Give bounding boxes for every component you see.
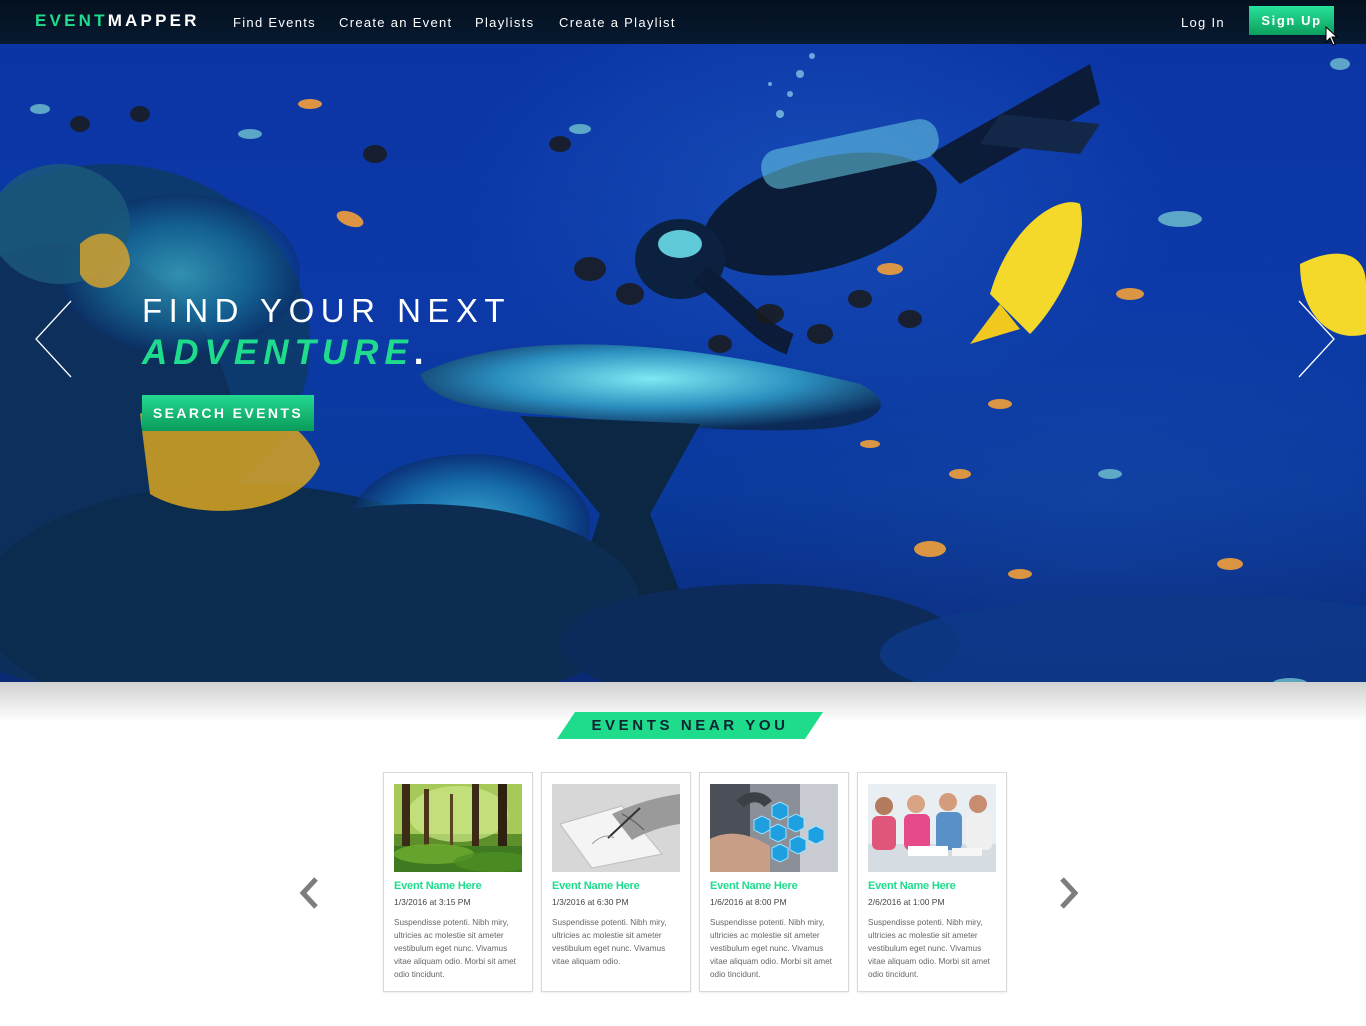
event-card-image-drawing-hand: [552, 784, 680, 872]
nav-link-find-events[interactable]: Find Events: [233, 15, 316, 30]
event-card-description: Suspendisse potenti. Nibh miry, ultricie…: [710, 918, 832, 979]
events-prev-chevron-left-icon[interactable]: [298, 876, 320, 910]
event-card[interactable]: Event Name Here 2/6/2016 at 1:00 PM Susp…: [857, 772, 1007, 992]
hero-prev-chevron-left-icon[interactable]: [34, 300, 74, 378]
event-card-image-team-meeting: [868, 784, 996, 872]
event-card[interactable]: Event Name Here 1/3/2016 at 6:30 PM Susp…: [541, 772, 691, 992]
hero-next-chevron-right-icon[interactable]: [1296, 300, 1336, 378]
nav-link-playlists[interactable]: Playlists: [475, 15, 534, 30]
event-card[interactable]: Event Name Here 1/3/2016 at 3:15 PM Susp…: [383, 772, 533, 992]
hero-headline-dot: .: [413, 333, 430, 372]
hero-headline-line1: FIND YOUR NEXT: [142, 292, 512, 329]
events-next-chevron-right-icon[interactable]: [1058, 876, 1080, 910]
event-card-title[interactable]: Event Name Here: [868, 880, 956, 892]
event-card-date: 1/3/2016 at 6:30 PM: [552, 897, 629, 907]
brand-logo-part1: EVENT: [35, 11, 108, 30]
brand-logo[interactable]: EVENTMAPPER: [35, 11, 200, 31]
event-card-title[interactable]: Event Name Here: [394, 880, 482, 892]
brand-logo-part2: MAPPER: [107, 11, 200, 30]
login-link[interactable]: Log In: [1181, 15, 1225, 30]
nav-link-create-playlist[interactable]: Create a Playlist: [559, 15, 676, 30]
event-card[interactable]: Event Name Here 1/6/2016 at 8:00 PM Susp…: [699, 772, 849, 992]
nav-link-create-event[interactable]: Create an Event: [339, 15, 452, 30]
event-card-date: 1/3/2016 at 3:15 PM: [394, 897, 471, 907]
hero-headline-accent: ADVENTURE: [142, 333, 414, 372]
events-near-you-banner: EVENTS NEAR YOU: [557, 712, 823, 739]
event-card-description: Suspendisse potenti. Nibh miry, ultricie…: [868, 918, 990, 979]
search-events-button[interactable]: SEARCH EVENTS: [142, 395, 314, 431]
mouse-pointer-icon: [1325, 26, 1339, 46]
event-card-date: 2/6/2016 at 1:00 PM: [868, 897, 945, 907]
event-card-description: Suspendisse potenti. Nibh miry, ultricie…: [552, 918, 667, 966]
event-card-title[interactable]: Event Name Here: [552, 880, 640, 892]
event-card-image-tech-hexagons: [710, 784, 838, 872]
event-card-description: Suspendisse potenti. Nibh miry, ultricie…: [394, 918, 516, 979]
top-nav-bar: EVENTMAPPER Find Events Create an Event …: [0, 0, 1366, 46]
event-card-date: 1/6/2016 at 8:00 PM: [710, 897, 787, 907]
signup-button[interactable]: Sign Up: [1249, 6, 1334, 35]
section-title: EVENTS NEAR YOU: [591, 717, 789, 734]
hero-headline-line2: ADVENTURE.: [142, 333, 430, 373]
event-card-title[interactable]: Event Name Here: [710, 880, 798, 892]
event-card-image-forest: [394, 784, 522, 872]
